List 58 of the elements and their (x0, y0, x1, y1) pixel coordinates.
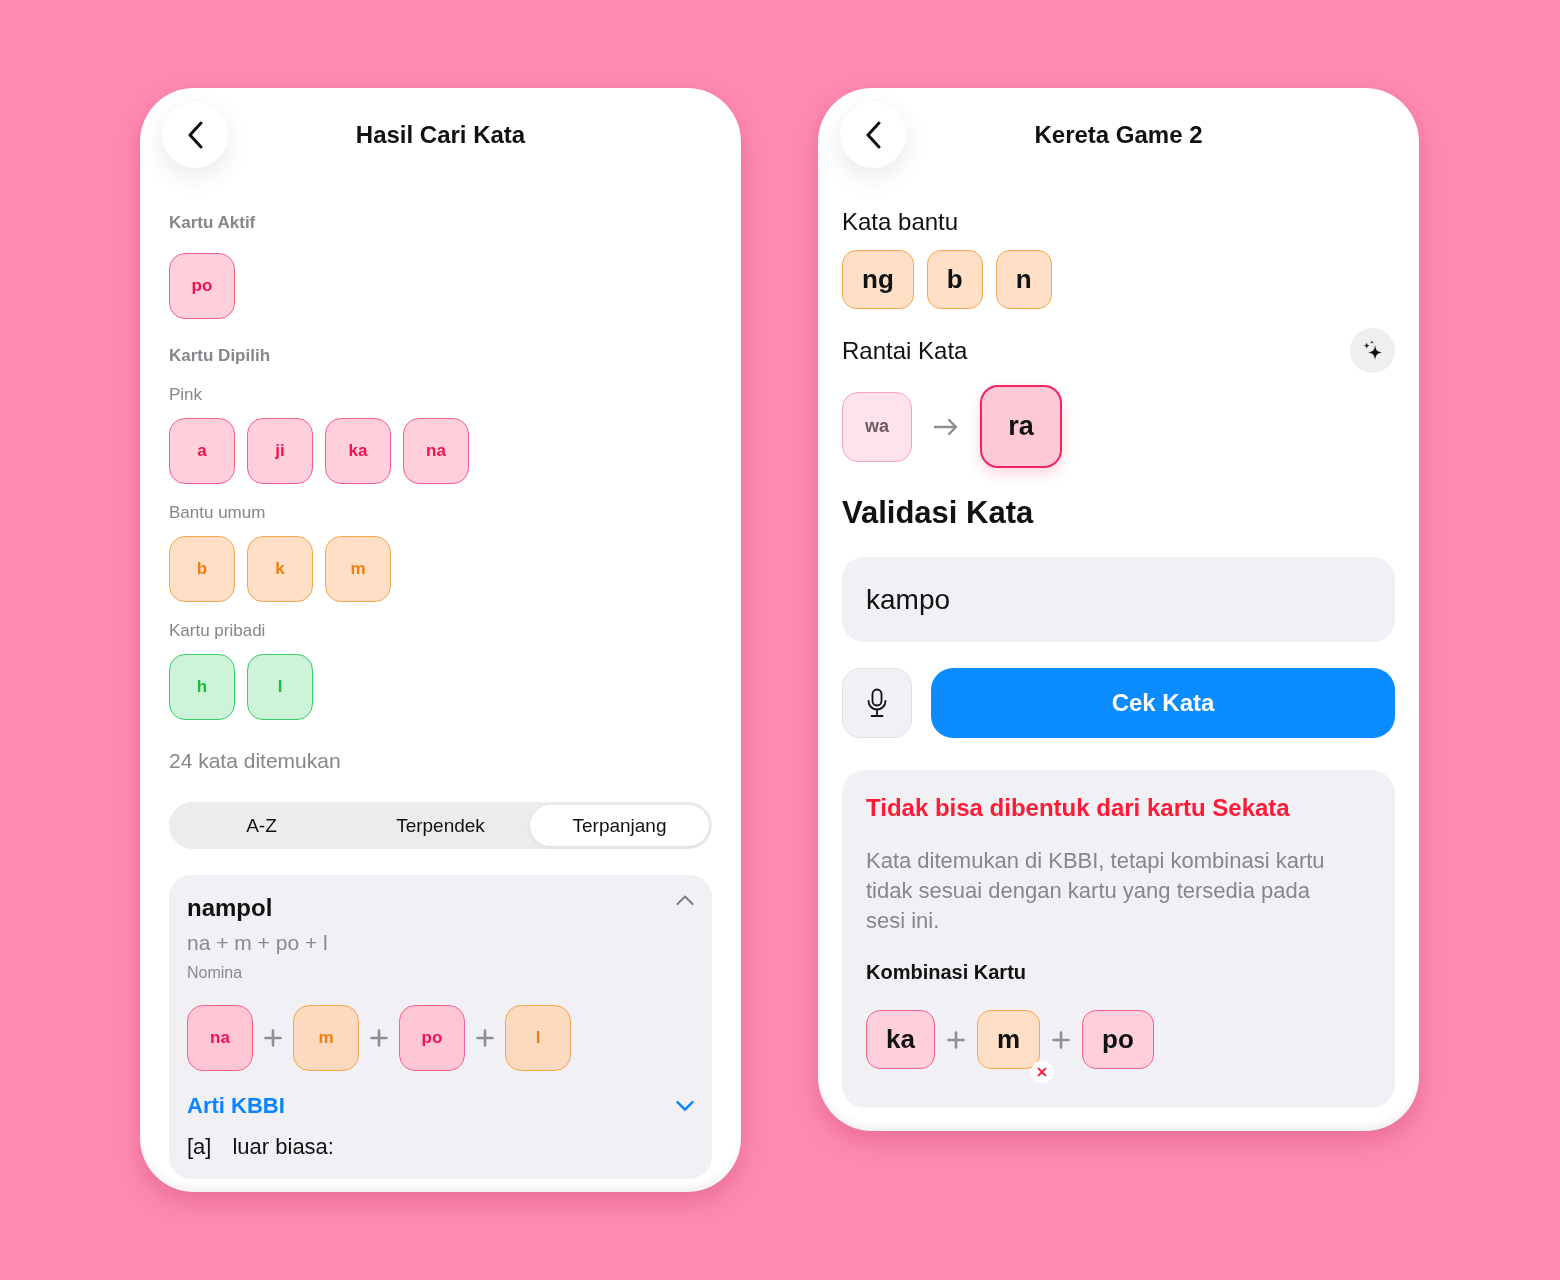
syllable-card: ka (325, 418, 391, 484)
syllable-card: b (169, 536, 235, 602)
syllable-card: na (187, 1005, 253, 1071)
arrow-right-icon (933, 417, 959, 436)
screen-title: Hasil Cari Kata (355, 120, 526, 150)
syllable-card: l (247, 654, 313, 720)
word-input-field[interactable]: kampo (842, 557, 1395, 642)
plus-icon (263, 1028, 283, 1048)
chevron-left-icon (865, 121, 881, 149)
section-label: Kartu Aktif (169, 213, 256, 233)
syllable-card: wa (842, 391, 912, 462)
microphone-icon (866, 688, 888, 718)
group-label: Kartu pribadi (169, 621, 266, 641)
syllable-card: b (926, 250, 983, 309)
syllable-card: n (995, 250, 1052, 309)
chevron-left-icon (187, 121, 203, 149)
syllable-card: ra (980, 385, 1062, 468)
section-heading: Rantai Kata (842, 335, 968, 366)
syllable-card: na (403, 418, 469, 484)
sort-tab[interactable]: Terpendek (351, 805, 530, 846)
plus-icon (945, 1029, 966, 1050)
syllable-card: po (169, 253, 235, 319)
syllable-card: h (169, 654, 235, 720)
syllable-card: m (293, 1005, 359, 1071)
syllable-card: k (247, 536, 313, 602)
word-formula: na + m + po + l (187, 930, 328, 956)
syllable-card: m (976, 1010, 1041, 1069)
section-label: Kartu Dipilih (169, 346, 271, 366)
found-count-text: 24 kata ditemukan (169, 748, 341, 774)
definition-marker: [a] (187, 1133, 212, 1161)
group-label: Bantu umum (169, 503, 266, 523)
chevron-up-icon[interactable] (676, 895, 694, 905)
error-message: Kata ditemukan di KBBI, tetapi kombinasi kartu tidak sesuai dengan kartu yang tersedia pada sesi ini. (866, 847, 1326, 935)
plus-icon (475, 1028, 495, 1048)
word-class-label: Nomina (187, 963, 243, 983)
result-word: nampol (187, 893, 273, 923)
syllable-card: po (399, 1005, 465, 1071)
combination-label: Kombinasi Kartu (866, 960, 1027, 985)
plus-icon (1051, 1029, 1072, 1050)
syllable-card: m (325, 536, 391, 602)
sort-tab[interactable]: Terpanjang (530, 805, 709, 846)
syllable-card: a (169, 418, 235, 484)
syllable-card: ji (247, 418, 313, 484)
microphone-button[interactable] (842, 668, 912, 738)
chevron-down-icon (676, 1101, 694, 1111)
sparkle-button[interactable] (1350, 328, 1395, 373)
error-title: Tidak bisa dibentuk dari kartu Sekata (866, 793, 1290, 823)
definition-text: luar biasa: (232, 1133, 334, 1161)
section-heading: Kata bantu (842, 207, 959, 237)
plus-icon (369, 1028, 389, 1048)
syllable-card: po (1082, 1010, 1154, 1069)
syllable-card: ng (842, 250, 914, 309)
syllable-card: ka (866, 1010, 935, 1069)
group-label: Pink (169, 385, 203, 405)
section-heading: Validasi Kata (842, 494, 1034, 532)
syllable-card: l (505, 1005, 571, 1071)
screen-title: Kereta Game 2 (1034, 120, 1203, 150)
sort-tab[interactable]: A-Z (172, 805, 351, 846)
